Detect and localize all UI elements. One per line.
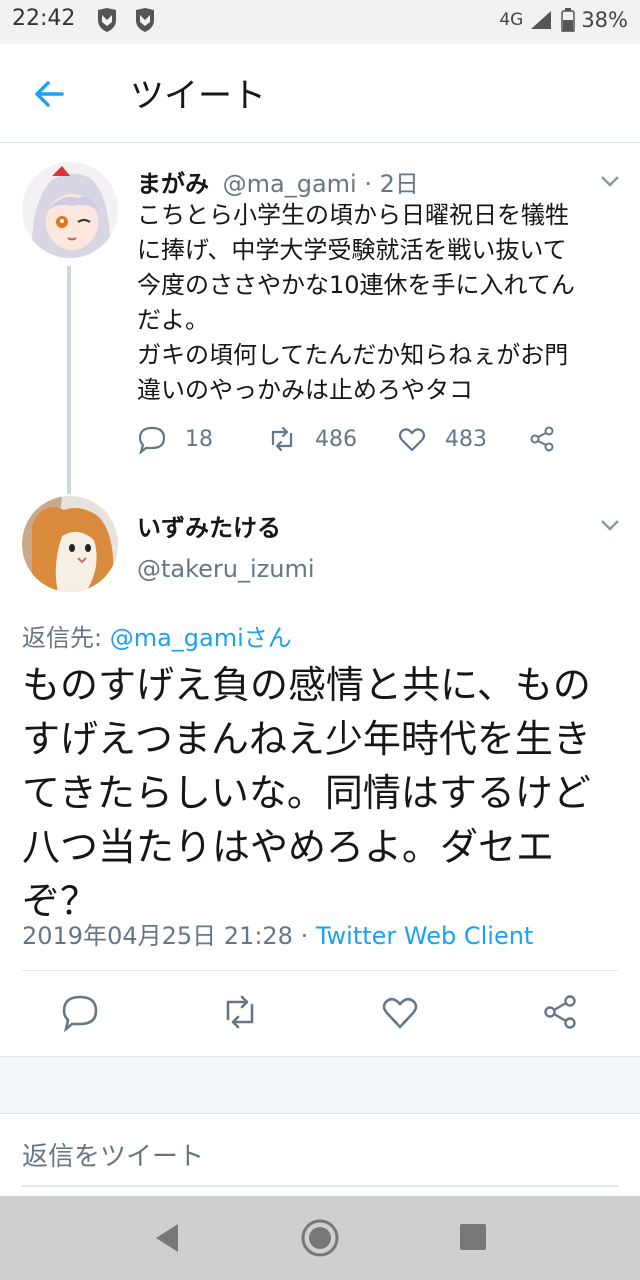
divider — [22, 970, 618, 971]
reply-icon — [138, 426, 166, 454]
heart-icon — [398, 428, 426, 452]
anime-avatar-image — [22, 162, 118, 258]
tweet-timestamp: 2019年04月25日 21:28 · — [22, 922, 316, 950]
parent-tweet-text: こちとら小学生の頃から日曜祝日を犠牲 に捧げ、中学大学受験就活を戦い抜いて 今度… — [137, 201, 575, 404]
heart-icon[interactable] — [380, 992, 420, 1032]
recents-square-icon[interactable] — [458, 1222, 488, 1252]
parent-tweet-actions: 18 486 483 — [137, 424, 577, 460]
retweet-icon — [271, 426, 293, 452]
back-triangle-icon[interactable] — [150, 1220, 184, 1256]
retweet-action[interactable]: 486 — [267, 424, 357, 454]
parent-tweet-header: まがみ @ma_gami · 2日 — [137, 164, 419, 199]
home-circle-icon[interactable] — [300, 1218, 340, 1258]
retweet-count: 486 — [315, 426, 357, 452]
main-tweet-actions — [0, 992, 640, 1040]
share-action[interactable] — [527, 424, 557, 454]
status-right: 4G 38% — [499, 8, 628, 32]
share-icon — [530, 426, 554, 452]
system-nav-bar — [0, 1196, 640, 1280]
parent-author-handle[interactable]: @ma_gami — [223, 170, 357, 198]
main-tweet-text: ものすげえ負の感情と共に、ものすげえつまんねえ少年時代を生きてきたらしいな。同情… — [22, 663, 591, 923]
reply-count: 18 — [185, 426, 213, 452]
shield-icon — [136, 8, 154, 32]
page-title: ツイート — [130, 76, 266, 116]
avatar[interactable] — [22, 162, 118, 258]
battery-level: 38% — [581, 8, 628, 32]
parent-tweet-time: · 2日 — [364, 170, 419, 198]
status-bar: 22:42 4G 38% — [0, 0, 640, 44]
parent-author-name[interactable]: まがみ — [137, 170, 209, 198]
like-action[interactable]: 483 — [397, 424, 487, 454]
cat-avatar-image — [22, 496, 118, 592]
battery-icon — [561, 8, 576, 32]
reply-to-line: 返信先: @ma_gamiさん — [22, 618, 292, 653]
chevron-down-icon[interactable] — [600, 518, 620, 532]
shield-icon — [98, 8, 116, 32]
reply-input-underline — [22, 1185, 618, 1187]
section-divider — [0, 1056, 640, 1114]
tweet-client-link[interactable]: Twitter Web Client — [316, 922, 534, 950]
like-count: 483 — [445, 426, 487, 452]
reply-input[interactable]: 返信をツイート — [22, 1136, 204, 1173]
retweet-icon[interactable] — [220, 992, 260, 1032]
reply-icon[interactable] — [60, 992, 100, 1032]
reply-to-prefix: 返信先: — [22, 624, 110, 652]
thread-connector — [67, 266, 71, 494]
main-author-handle[interactable]: @takeru_izumi — [137, 555, 315, 583]
chevron-down-icon[interactable] — [600, 174, 620, 188]
main-author-name[interactable]: いずみたける — [137, 508, 281, 543]
app-header: ツイート — [0, 44, 640, 143]
reply-to-link[interactable]: @ma_gamiさん — [110, 624, 292, 652]
signal-icon — [531, 11, 552, 29]
status-time: 22:42 — [12, 6, 76, 31]
tweet-meta: 2019年04月25日 21:28 · Twitter Web Client — [22, 916, 533, 951]
network-label: 4G — [499, 10, 524, 30]
share-icon[interactable] — [540, 992, 580, 1032]
back-arrow-icon[interactable] — [30, 74, 70, 114]
reply-action[interactable]: 18 — [137, 424, 213, 454]
avatar[interactable] — [22, 496, 118, 592]
